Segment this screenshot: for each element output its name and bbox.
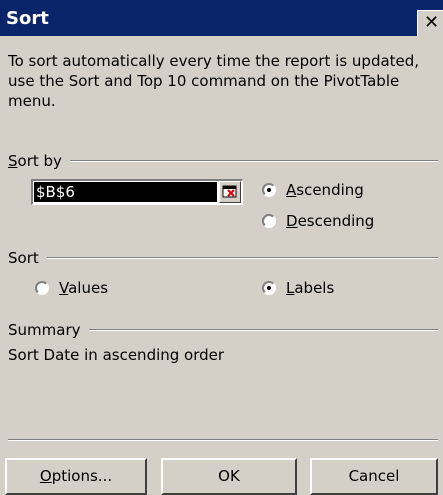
options-accel: O (39, 467, 52, 485)
sort-range-value[interactable]: $B$6 (34, 182, 217, 202)
sort-divider (46, 257, 438, 259)
ascending-label: Ascending (286, 181, 364, 199)
title-bar: Sort ✕ (0, 0, 443, 36)
descending-label: Descending (286, 212, 375, 230)
collapse-dialog-button[interactable] (219, 181, 241, 203)
cancel-button[interactable]: Cancel (310, 458, 438, 495)
sort-range-refedit[interactable]: $B$6 (31, 179, 243, 205)
button-separator (8, 439, 438, 441)
labels-label: Labels (286, 279, 335, 297)
sort-dialog: Sort ✕ To sort automatically every time … (0, 0, 443, 495)
values-label: Values (59, 279, 109, 297)
close-icon: ✕ (424, 12, 440, 33)
descending-radio-indicator[interactable] (262, 214, 276, 228)
descending-radio[interactable]: Descending (262, 212, 374, 230)
window-title: Sort (6, 8, 49, 29)
summary-divider (88, 329, 438, 331)
summary-text: Sort Date in ascending order (8, 346, 225, 364)
options-button[interactable]: Options... (5, 458, 147, 495)
values-radio[interactable]: Values (35, 279, 108, 297)
cancel-label: Cancel (348, 467, 400, 485)
ascending-radio[interactable]: Ascending (262, 181, 364, 199)
sort-by-group-header: Sort by (8, 151, 438, 171)
description-text: To sort automatically every time the rep… (8, 52, 420, 110)
labels-radio[interactable]: Labels (262, 279, 334, 297)
sort-group-header: Sort (8, 248, 438, 268)
ok-button[interactable]: OK (161, 458, 297, 495)
sort-by-divider (69, 160, 438, 162)
values-radio-indicator[interactable] (35, 281, 49, 295)
ok-label: OK (218, 467, 240, 485)
sort-by-label: Sort by (8, 152, 62, 170)
range-picker-icon (222, 185, 237, 198)
sort-label: Sort (8, 249, 39, 267)
options-label: ptions... (51, 467, 113, 485)
labels-radio-indicator[interactable] (262, 281, 276, 295)
close-button[interactable]: ✕ (417, 10, 443, 36)
ascending-radio-indicator[interactable] (262, 183, 276, 197)
summary-group-header: Summary (8, 320, 438, 340)
summary-label: Summary (8, 321, 81, 339)
